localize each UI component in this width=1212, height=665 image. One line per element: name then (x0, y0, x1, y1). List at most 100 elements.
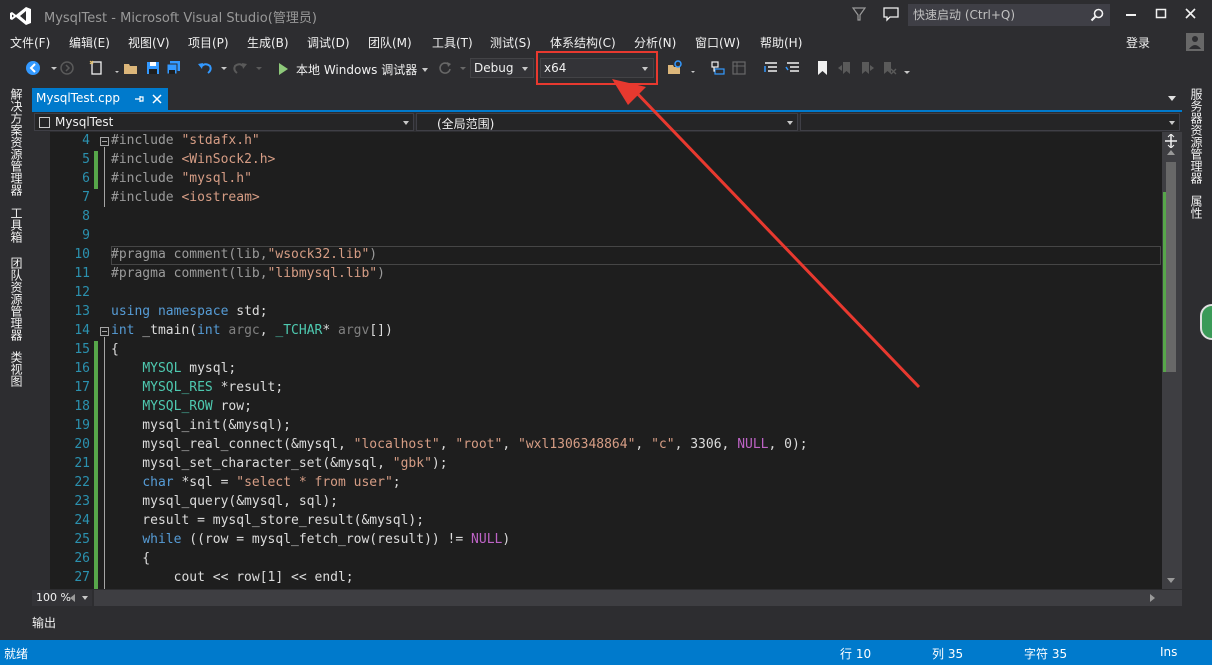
line-number: 4 (82, 133, 90, 148)
feedback-icon[interactable] (882, 5, 900, 23)
tab-mysqltest-cpp[interactable]: MysqlTest.cpp (32, 88, 168, 110)
save-all-icon[interactable] (165, 59, 183, 77)
tab-solution-explorer[interactable]: 解决方案资源管理器 (8, 88, 25, 196)
menu-window[interactable]: 窗口(W) (695, 34, 740, 51)
member-select[interactable] (800, 113, 1180, 131)
restart-icon[interactable] (436, 59, 454, 77)
line-number: 23 (74, 494, 90, 509)
maximize-button[interactable] (1146, 2, 1176, 26)
chevron-down-icon (1169, 121, 1175, 125)
code-line: 17 MYSQL_RES *result; (32, 379, 1162, 398)
line-number: 22 (74, 475, 90, 490)
comment-out-icon[interactable] (762, 59, 780, 77)
scroll-down-icon[interactable] (1167, 578, 1175, 583)
title-bar: MysqlTest - Microsoft Visual Studio(管理员) (0, 0, 1212, 31)
open-file-icon[interactable] (122, 59, 140, 77)
solution-explorer-icon[interactable] (709, 59, 727, 77)
navigation-bar: MysqlTest (全局范围) (32, 112, 1182, 132)
notification-filter-icon[interactable] (850, 5, 868, 23)
scroll-up-icon[interactable] (1167, 150, 1175, 155)
line-number: 15 (74, 342, 90, 357)
chevron-down-icon (522, 67, 528, 71)
line-number: 27 (74, 570, 90, 585)
quick-launch-input[interactable] (909, 5, 1087, 25)
tab-properties[interactable]: 属性 (1188, 195, 1205, 219)
start-debugging-button[interactable]: 本地 Windows 调试器 (276, 58, 434, 80)
save-icon[interactable] (144, 59, 162, 77)
tab-team-explorer[interactable]: 团队资源管理器 (8, 257, 25, 341)
menu-team[interactable]: 团队(M) (368, 34, 412, 51)
menu-test[interactable]: 测试(S) (490, 34, 531, 51)
line-number: 24 (74, 513, 90, 528)
edge-badge-icon[interactable] (1200, 304, 1212, 340)
collapse-icon[interactable] (100, 137, 109, 146)
code-line: 7 #include <iostream> (32, 189, 1162, 208)
next-bookmark-icon[interactable] (858, 59, 876, 77)
toolbar-overflow-icon[interactable] (899, 59, 917, 77)
search-icon[interactable] (1089, 7, 1105, 23)
code-line: 27 cout << row[1] << endl; (32, 569, 1162, 588)
menu-debug[interactable]: 调试(D) (307, 34, 350, 51)
configuration-value: Debug (474, 61, 514, 75)
tab-label: MysqlTest.cpp (36, 91, 120, 105)
navigate-forward-icon[interactable] (58, 59, 76, 77)
code-line: 23 mysql_query(&mysql, sql); (32, 493, 1162, 512)
line-number: 19 (74, 418, 90, 433)
scrollbar-thumb[interactable] (1166, 162, 1176, 372)
split-window-icon[interactable] (1163, 134, 1179, 148)
project-select[interactable]: MysqlTest (34, 113, 414, 131)
find-in-files-icon[interactable] (666, 59, 684, 77)
clear-bookmarks-icon[interactable] (880, 59, 898, 77)
tab-toolbox[interactable]: 工具箱 (8, 207, 25, 243)
menu-view[interactable]: 视图(V) (128, 34, 170, 51)
code-line: 4 #include "stdafx.h" (32, 132, 1162, 151)
tab-dropdown-icon[interactable] (1168, 96, 1176, 101)
status-column: 列 35 (932, 647, 964, 661)
tab-server-explorer[interactable]: 服务器资源管理器 (1188, 88, 1205, 184)
undo-icon[interactable] (196, 59, 214, 77)
navigate-back-icon[interactable] (24, 59, 42, 77)
login-link[interactable]: 登录 (1126, 34, 1150, 51)
uncomment-icon[interactable] (784, 59, 802, 77)
redo-icon[interactable] (231, 59, 249, 77)
code-line: 25 while ((row = mysql_fetch_row(result)… (32, 531, 1162, 550)
quick-launch-box[interactable] (908, 4, 1110, 26)
minimize-button[interactable] (1116, 2, 1146, 26)
menu-edit[interactable]: 编辑(E) (69, 34, 110, 51)
previous-bookmark-icon[interactable] (836, 59, 854, 77)
tab-class-view[interactable]: 类视图 (8, 351, 25, 387)
pin-icon[interactable] (132, 92, 146, 106)
solution-configuration-select[interactable]: Debug (470, 58, 534, 78)
scroll-left-icon[interactable] (70, 594, 75, 602)
code-line: 9 (32, 227, 1162, 246)
scope-select[interactable]: (全局范围) (416, 113, 798, 131)
menu-build[interactable]: 生成(B) (247, 34, 289, 51)
line-number: 10 (74, 247, 90, 262)
code-editor[interactable]: 4 #include "stdafx.h" 5 #include <WinSoc… (32, 132, 1162, 589)
collapse-icon[interactable] (100, 327, 109, 336)
window-title: MysqlTest - Microsoft Visual Studio(管理员) (44, 11, 317, 26)
horizontal-scrollbar[interactable] (94, 590, 1182, 606)
code-line: 22 char *sql = "select * from user"; (32, 474, 1162, 493)
user-account-icon[interactable] (1186, 33, 1204, 51)
menu-project[interactable]: 项目(P) (188, 34, 229, 51)
visual-studio-logo-icon (10, 7, 31, 25)
redo-dropdown-icon[interactable] (250, 59, 268, 77)
new-project-icon[interactable] (88, 59, 106, 77)
menu-analyze[interactable]: 分析(N) (634, 34, 676, 51)
scroll-right-icon[interactable] (1150, 594, 1155, 602)
line-number: 18 (74, 399, 90, 414)
menu-architecture[interactable]: 体系结构(C) (550, 34, 616, 51)
zoom-select[interactable]: 100 % (32, 590, 92, 606)
menu-tools[interactable]: 工具(T) (432, 34, 473, 51)
class-view-icon[interactable] (730, 59, 748, 77)
tab-output[interactable]: 输出 (32, 614, 56, 631)
menu-file[interactable]: 文件(F) (10, 34, 50, 51)
find-dropdown-icon[interactable] (685, 59, 703, 77)
menu-help[interactable]: 帮助(H) (760, 34, 802, 51)
close-button[interactable] (1176, 2, 1206, 26)
line-number: 9 (82, 228, 90, 243)
close-icon[interactable] (150, 92, 164, 106)
bookmark-icon[interactable] (814, 59, 832, 77)
code-line: 18 MYSQL_ROW row; (32, 398, 1162, 417)
